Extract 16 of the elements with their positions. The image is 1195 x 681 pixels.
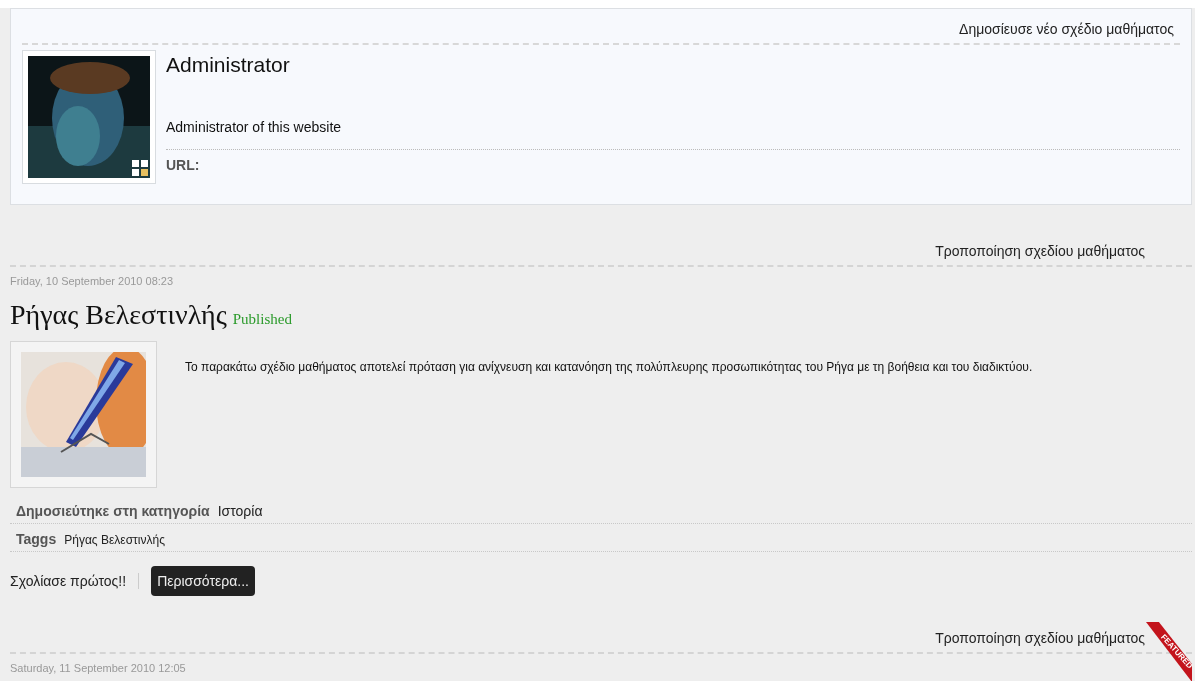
author-name: Administrator xyxy=(166,53,291,77)
category-link[interactable]: Ιστορία xyxy=(217,503,263,519)
post-title: Ρήγας Βελεστινλής xyxy=(10,299,227,331)
post-date: Friday, 10 September 2010 08:23 xyxy=(10,275,175,287)
post-summary: Το παρακάτω σχέδιο μαθήματος αποτελεί πρόταση για ανίχνευση και κατανόηση της πολύπλευρης προσωπικότητας του Ρήγα με τη βοήθεια και του διαδικτύου. xyxy=(185,359,1033,376)
read-more-button[interactable]: Περισσότερα... xyxy=(151,566,255,596)
category-label: Δημοσιεύτηκε στη κατηγορία xyxy=(16,503,210,519)
tag-link[interactable]: Ρήγας Βελεστινλής xyxy=(64,533,165,547)
new-lesson-plan-link[interactable]: Δημοσίευσε νέο σχέδιο μαθήματος xyxy=(959,15,1180,43)
author-description: Administrator of this website xyxy=(166,119,1180,150)
edit-lesson-plan-link[interactable]: Τροποποίηση σχεδίου μαθήματος xyxy=(935,630,1145,646)
edit-lesson-plan-link[interactable]: Τροποποίηση σχεδίου μαθήματος xyxy=(935,243,1145,259)
url-label: URL: xyxy=(166,157,201,173)
comment-link[interactable]: Σχολίασε πρώτος!! xyxy=(10,573,140,589)
tags-label: Taggs xyxy=(16,531,57,547)
status-label: Published xyxy=(232,311,292,328)
